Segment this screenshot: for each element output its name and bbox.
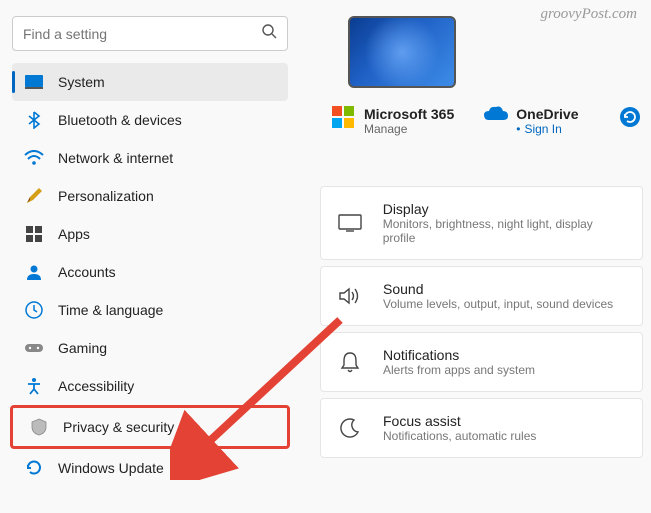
- sidebar-item-system[interactable]: System: [12, 63, 288, 101]
- sidebar-item-personalization[interactable]: Personalization: [12, 177, 288, 215]
- microsoft-icon: [332, 106, 354, 128]
- sidebar-item-label: Time & language: [58, 302, 276, 318]
- cloud-services-row: Microsoft 365 Manage OneDrive •Sign In: [320, 106, 651, 136]
- main-content: Microsoft 365 Manage OneDrive •Sign In D…: [300, 0, 651, 458]
- sidebar-item-label: Personalization: [58, 188, 276, 204]
- microsoft-365-tile[interactable]: Microsoft 365 Manage: [332, 106, 454, 136]
- sidebar-item-accounts[interactable]: Accounts: [12, 253, 288, 291]
- sound-icon: [337, 283, 363, 309]
- sidebar-item-label: Accounts: [58, 264, 276, 280]
- sidebar-item-privacy-security[interactable]: Privacy & security: [17, 408, 283, 446]
- card-desc: Notifications, automatic rules: [383, 429, 536, 443]
- card-focus-assist[interactable]: Focus assist Notifications, automatic ru…: [320, 398, 643, 458]
- system-icon: [24, 72, 44, 92]
- card-desc: Alerts from apps and system: [383, 363, 535, 377]
- card-title: Sound: [383, 281, 613, 297]
- apps-icon: [24, 224, 44, 244]
- display-icon: [337, 210, 363, 236]
- card-desc: Volume levels, output, input, sound devi…: [383, 297, 613, 311]
- sidebar-item-bluetooth[interactable]: Bluetooth & devices: [12, 101, 288, 139]
- sidebar-item-network[interactable]: Network & internet: [12, 139, 288, 177]
- person-icon: [24, 262, 44, 282]
- sidebar-item-label: Accessibility: [58, 378, 276, 394]
- card-sound[interactable]: Sound Volume levels, output, input, soun…: [320, 266, 643, 326]
- watermark: groovyPost.com: [540, 6, 637, 23]
- sidebar-item-label: Bluetooth & devices: [58, 112, 276, 128]
- onedrive-sub: •Sign In: [516, 122, 578, 136]
- sidebar: System Bluetooth & devices Network & int…: [0, 0, 300, 487]
- sidebar-item-accessibility[interactable]: Accessibility: [12, 367, 288, 405]
- search-icon: [261, 23, 277, 44]
- accessibility-icon: [24, 376, 44, 396]
- ms365-sub: Manage: [364, 122, 454, 136]
- onedrive-tile[interactable]: OneDrive •Sign In: [484, 106, 578, 136]
- onedrive-title: OneDrive: [516, 106, 578, 122]
- card-display[interactable]: Display Monitors, brightness, night ligh…: [320, 186, 643, 260]
- sidebar-item-gaming[interactable]: Gaming: [12, 329, 288, 367]
- moon-icon: [337, 415, 363, 441]
- gamepad-icon: [24, 338, 44, 358]
- ms365-title: Microsoft 365: [364, 106, 454, 122]
- desktop-preview: [348, 16, 456, 88]
- search-input[interactable]: [23, 26, 261, 42]
- shield-icon: [29, 417, 49, 437]
- paintbrush-icon: [24, 186, 44, 206]
- sidebar-item-apps[interactable]: Apps: [12, 215, 288, 253]
- card-title: Display: [383, 201, 626, 217]
- sync-icon[interactable]: [619, 106, 641, 128]
- update-icon: [24, 458, 44, 478]
- card-title: Notifications: [383, 347, 535, 363]
- clock-icon: [24, 300, 44, 320]
- sidebar-item-label: Network & internet: [58, 150, 276, 166]
- sidebar-item-label: System: [58, 74, 276, 90]
- search-box[interactable]: [12, 16, 288, 51]
- annotation-highlight: Privacy & security: [10, 405, 290, 449]
- bell-icon: [337, 349, 363, 375]
- card-title: Focus assist: [383, 413, 536, 429]
- sidebar-item-label: Gaming: [58, 340, 276, 356]
- bluetooth-icon: [24, 110, 44, 130]
- sidebar-item-label: Windows Update: [58, 460, 276, 476]
- onedrive-icon: [484, 106, 506, 128]
- sidebar-item-windows-update[interactable]: Windows Update: [12, 449, 288, 487]
- card-desc: Monitors, brightness, night light, displ…: [383, 217, 626, 245]
- wifi-icon: [24, 148, 44, 168]
- sidebar-item-time-language[interactable]: Time & language: [12, 291, 288, 329]
- card-notifications[interactable]: Notifications Alerts from apps and syste…: [320, 332, 643, 392]
- sidebar-item-label: Apps: [58, 226, 276, 242]
- sidebar-item-label: Privacy & security: [63, 419, 271, 435]
